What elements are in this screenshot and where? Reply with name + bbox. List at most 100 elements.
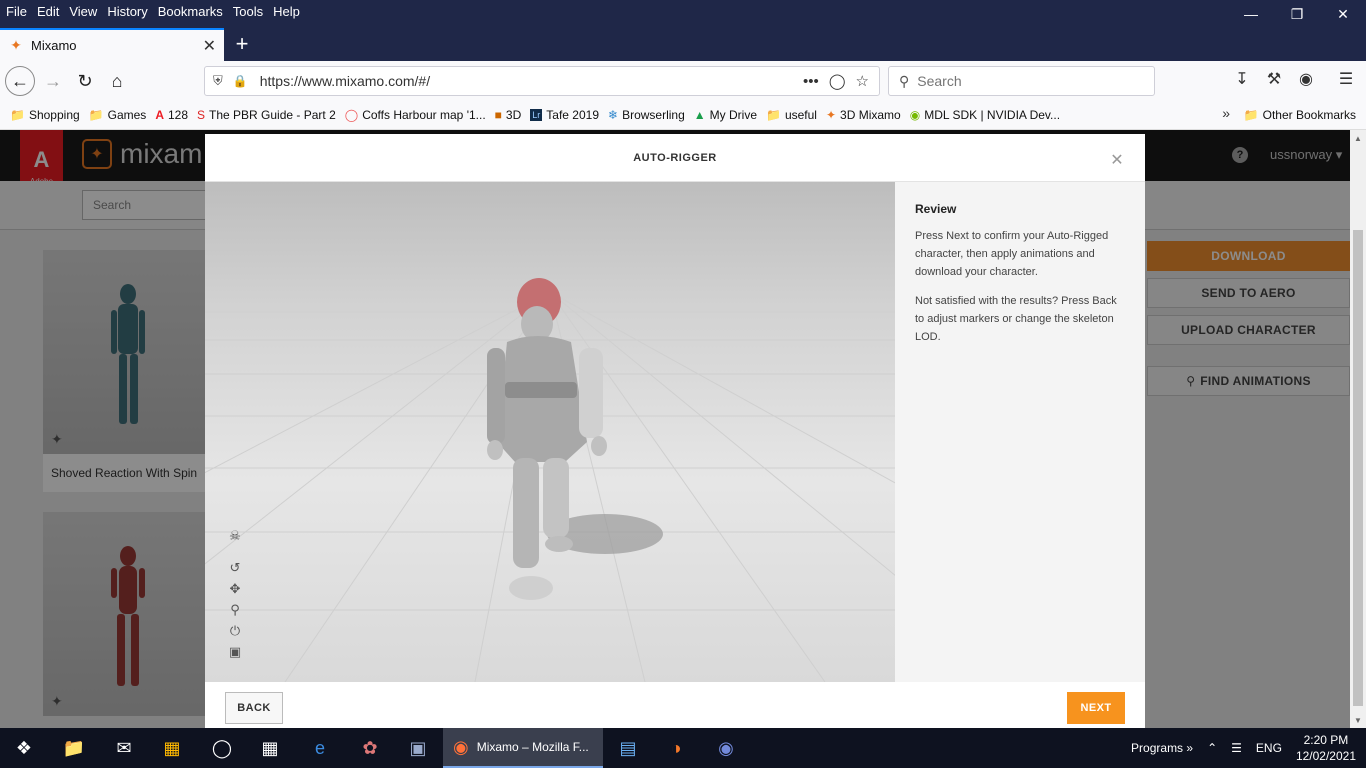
bookmark-useful[interactable]: 📁 useful [766, 108, 817, 122]
review-title: Review [915, 202, 957, 216]
navigation-bar: ← → ↻ ⌂ ⛨ 🔒 https://www.mixamo.com/#/ ••… [0, 61, 1366, 101]
reset-rotate-icon[interactable]: ↺ [227, 560, 243, 576]
search-input[interactable] [917, 73, 1138, 89]
taskbar: ❖ 📁 ✉ ▦ ◯ ▦ e ✿ ▣ ◉ Mixamo – Mozilla F..… [0, 728, 1366, 768]
cube-icon: ■ [494, 108, 502, 122]
bookmark-browserling[interactable]: ❄ Browserling [608, 108, 685, 122]
menu-view[interactable]: View [65, 4, 101, 19]
account-icon[interactable]: ◉ [1294, 69, 1318, 89]
close-icon[interactable]: ✕ [1109, 150, 1125, 170]
bookmark-other[interactable]: 📁 Other Bookmarks [1244, 108, 1356, 122]
lightroom-icon: Lr [530, 109, 543, 121]
bookmarks-toolbar: 📁 Shopping 📁 Games A 128 S The PBR Guide - P… [0, 101, 1366, 130]
pocket-icon[interactable]: ◯ [829, 72, 846, 90]
folder-icon: 📁 [766, 108, 781, 122]
modal-footer: BACK NEXT [205, 682, 1145, 728]
nvidia-icon: ◉ [909, 108, 921, 122]
control-panel-icon[interactable]: ▤ [604, 728, 652, 768]
bookmark-shopping[interactable]: 📁 Shopping [10, 108, 80, 122]
firefox-icon: ◉ [453, 736, 469, 757]
edge-icon[interactable]: e [296, 728, 344, 768]
bookmark-3d[interactable]: ■ 3D [495, 108, 522, 122]
bookmarks-overflow-icon[interactable]: » [1222, 105, 1230, 121]
calendar-icon[interactable]: ▦ [246, 728, 294, 768]
bookmark-coffs-harbour[interactable]: ◯ Coffs Harbour map '1... [345, 108, 486, 122]
menu-history[interactable]: History [103, 4, 151, 19]
review-help: Not satisfied with the results? Press Ba… [915, 295, 1117, 343]
wifi-icon[interactable]: ☰ [1231, 741, 1242, 755]
mail-icon[interactable]: ✉ [100, 728, 148, 768]
tab-close-icon[interactable]: ✕ [203, 36, 216, 56]
tray-expand-icon[interactable]: ⌃ [1207, 741, 1217, 755]
menu-edit[interactable]: Edit [33, 4, 63, 19]
unreal-engine-icon[interactable]: ◯ [198, 728, 246, 768]
folder-icon: 📁 [1243, 108, 1259, 122]
skeleton-icon[interactable]: ☠ [227, 528, 243, 544]
language-indicator[interactable]: ENG [1256, 741, 1282, 755]
tracking-shield-icon[interactable]: ⛨ [213, 73, 223, 89]
clock[interactable]: 2:20 PM 12/02/2021 [1296, 732, 1356, 764]
bookmark-pbr-guide[interactable]: S The PBR Guide - Part 2 [197, 108, 336, 122]
tab-title: Mixamo [31, 38, 77, 53]
zoom-icon[interactable]: ⚲ [227, 602, 243, 618]
next-button[interactable]: NEXT [1067, 692, 1125, 724]
home-icon[interactable]: ⌂ [102, 66, 132, 96]
lock-icon[interactable]: 🔒 [233, 74, 248, 88]
wrench-icon[interactable]: ⚒ [1262, 69, 1286, 89]
image-viewer-icon[interactable]: ▣ [394, 728, 442, 768]
url-bar[interactable]: ⛨ 🔒 https://www.mixamo.com/#/ ••• ◯ ☆ [204, 66, 880, 96]
bookmark-my-drive[interactable]: ▲ My Drive [694, 108, 757, 122]
tab-strip: ✦ Mixamo ✕ + [0, 22, 1366, 61]
power-icon[interactable]: ⏻ [227, 623, 243, 639]
character-model [487, 278, 663, 600]
store-icon[interactable]: ▦ [148, 728, 196, 768]
bookmark-tafe[interactable]: Lr Tafe 2019 [530, 108, 599, 122]
bookmark-mdl-sdk[interactable]: ◉ MDL SDK | NVIDIA Dev... [910, 108, 1060, 122]
drive-icon: ▲ [693, 108, 706, 122]
review-panel: Review Press Next to confirm your Auto-R… [895, 182, 1145, 682]
pan-icon[interactable]: ✥ [227, 581, 243, 597]
bookmark-3d-mixamo[interactable]: ✦ 3D Mixamo [826, 108, 901, 122]
page-scrollbar[interactable]: ▲ ▼ [1350, 130, 1366, 728]
windows-start-icon[interactable]: ❖ [0, 728, 48, 768]
menu-bookmarks[interactable]: Bookmarks [154, 4, 227, 19]
reload-icon[interactable]: ↻ [70, 66, 100, 96]
menu-help[interactable]: Help [269, 4, 304, 19]
back-button[interactable]: BACK [225, 692, 283, 724]
search-bar[interactable]: ⚲ [888, 66, 1155, 96]
new-tab-icon[interactable]: + [230, 31, 254, 56]
paint-icon[interactable]: ✿ [346, 728, 394, 768]
hamburger-menu-icon[interactable]: ☰ [1334, 69, 1358, 89]
page-actions-icon[interactable]: ••• [803, 73, 819, 90]
adobe-icon: A [155, 108, 164, 122]
firefox-taskbar-button[interactable]: ◉ Mixamo – Mozilla F... [443, 728, 603, 768]
menu-bar: File Edit View History Bookmarks Tools H… [0, 0, 1366, 22]
blender-icon[interactable]: ◑ [652, 728, 700, 768]
tab-mixamo[interactable]: ✦ Mixamo ✕ [0, 28, 224, 61]
programs-toolbar[interactable]: Programs » [1131, 741, 1193, 755]
bookmark-games[interactable]: 📁 Games [89, 108, 147, 122]
mixamo-favicon-icon: ✦ [10, 37, 22, 53]
review-instructions: Press Next to confirm your Auto-Rigged c… [915, 230, 1109, 278]
url-text[interactable]: https://www.mixamo.com/#/ [260, 73, 803, 89]
auto-rigger-modal: AUTO-RIGGER ✕ ☠ ↺ ✥ ⚲ ⏻ ▣ Review Press N… [205, 134, 1145, 728]
search-icon: ⚲ [899, 72, 910, 89]
system-tray: Programs » ⌃ ☰ ENG 2:20 PM 12/02/2021 [1131, 728, 1366, 768]
bookmark-star-icon[interactable]: ☆ [856, 72, 869, 90]
modal-title: AUTO-RIGGER [633, 151, 717, 164]
scroll-down-icon[interactable]: ▼ [1350, 712, 1366, 728]
scroll-up-icon[interactable]: ▲ [1350, 130, 1366, 146]
modal-header: AUTO-RIGGER ✕ [205, 134, 1145, 182]
back-arrow-icon[interactable]: ← [5, 66, 35, 96]
bookmark-128[interactable]: A 128 [155, 108, 188, 122]
forward-arrow-icon[interactable]: → [38, 66, 68, 96]
menu-tools[interactable]: Tools [229, 4, 267, 19]
scrollbar-thumb[interactable] [1353, 230, 1363, 706]
download-icon[interactable]: ↧ [1230, 69, 1254, 89]
3d-viewport[interactable]: ☠ ↺ ✥ ⚲ ⏻ ▣ [205, 182, 895, 682]
file-explorer-icon[interactable]: 📁 [50, 728, 98, 768]
folder-icon: 📁 [10, 108, 25, 122]
camera-icon[interactable]: ▣ [227, 644, 243, 660]
discord-icon[interactable]: ◉ [702, 728, 750, 768]
menu-file[interactable]: File [2, 4, 31, 19]
